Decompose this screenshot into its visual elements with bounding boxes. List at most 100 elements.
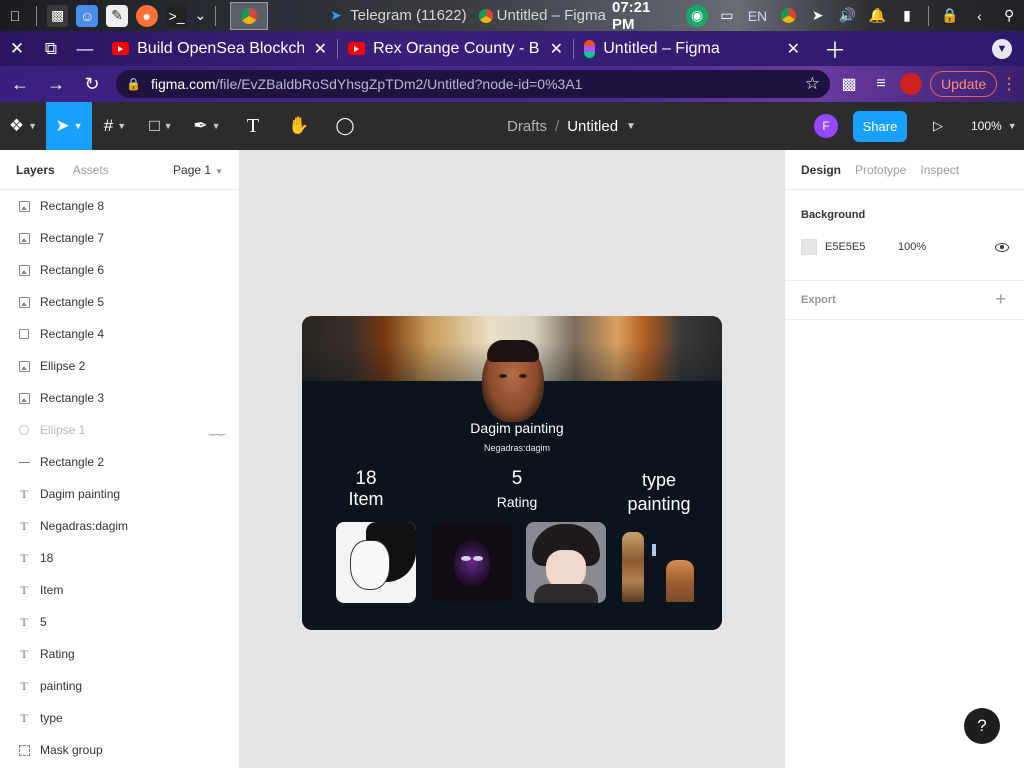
frame-tool-icon[interactable]: # ▼ bbox=[92, 102, 138, 150]
close-icon[interactable]: ✕ bbox=[787, 39, 800, 59]
hand-tool-icon[interactable]: ✋ bbox=[276, 102, 322, 150]
clock[interactable]: 07:21 PM bbox=[612, 0, 676, 33]
layer-item[interactable]: T Item bbox=[0, 574, 239, 606]
gallery-thumbnail[interactable] bbox=[336, 522, 416, 603]
layer-item[interactable]: Tpainting bbox=[0, 670, 239, 702]
gallery-thumbnail[interactable] bbox=[618, 522, 698, 603]
tab-design[interactable]: Design bbox=[801, 163, 841, 177]
new-tab-icon[interactable]: ＋ bbox=[824, 33, 846, 65]
layer-item[interactable]: Rectangle 8 bbox=[0, 190, 239, 222]
telegram-tray-icon[interactable]: ➤ bbox=[807, 5, 829, 27]
lock-icon[interactable]: 🔒 bbox=[126, 77, 141, 91]
profile-avatar-icon[interactable] bbox=[900, 73, 922, 95]
layer-item[interactable]: T5 bbox=[0, 606, 239, 638]
keyboard-language[interactable]: EN bbox=[748, 8, 767, 24]
background-opacity-input[interactable]: 100% bbox=[898, 241, 958, 253]
text-tool-icon[interactable]: T bbox=[230, 102, 276, 150]
chevron-down-icon[interactable]: ▼ bbox=[626, 121, 636, 132]
layer-item[interactable]: T Rating bbox=[0, 638, 239, 670]
layer-item[interactable]: Rectangle 4 bbox=[0, 318, 239, 350]
eye-icon[interactable] bbox=[995, 242, 1009, 252]
chrome-tray-icon[interactable] bbox=[777, 5, 799, 27]
type-label[interactable]: type bbox=[622, 468, 696, 492]
pen-tool-icon[interactable]: ✒ ▼ bbox=[184, 102, 230, 150]
apple-menu-icon[interactable]:  bbox=[4, 5, 26, 27]
items-count[interactable]: 18 bbox=[346, 468, 386, 489]
rectangle-tool-icon[interactable]: □ ▼ bbox=[138, 102, 184, 150]
avatar-image[interactable] bbox=[482, 340, 544, 422]
layer-item[interactable]: Rectangle 7 bbox=[0, 222, 239, 254]
card-subtitle[interactable]: Negadras:dagim bbox=[302, 443, 722, 453]
layer-item[interactable]: Rectangle 6 bbox=[0, 254, 239, 286]
gallery-thumbnail[interactable] bbox=[432, 522, 512, 603]
reading-list-icon[interactable]: ≡ bbox=[868, 71, 894, 97]
close-window-icon[interactable]: ✕ bbox=[0, 31, 34, 66]
iterm-app-icon[interactable]: >_ bbox=[165, 4, 188, 27]
tab-layers[interactable]: Layers bbox=[16, 163, 55, 177]
layer-item[interactable]: T Dagim painting bbox=[0, 478, 239, 510]
address-bar[interactable]: 🔒 figma.com /file/EvZBaldbRoSdYhsgZpTDm2… bbox=[116, 70, 830, 98]
background-hex-input[interactable]: E5E5E5 bbox=[825, 241, 898, 253]
share-button[interactable]: Share bbox=[853, 111, 907, 142]
color-swatch[interactable] bbox=[801, 239, 817, 255]
tab-rex-orange-county[interactable]: Rex Orange County - Best ✕ bbox=[338, 31, 573, 66]
design-canvas[interactable]: Dagim painting Negadras:dagim 18 Item 5 … bbox=[241, 150, 783, 768]
gallery-thumbnail[interactable] bbox=[526, 522, 606, 603]
volume-icon[interactable]: 🔊 bbox=[837, 5, 859, 27]
zoom-dropdown[interactable]: 100% ▼ bbox=[971, 114, 1017, 138]
layer-item[interactable]: Rectangle 3 bbox=[0, 382, 239, 414]
browser-menu-icon[interactable]: ⋮ bbox=[1001, 74, 1017, 94]
back-icon[interactable]: ← bbox=[4, 68, 36, 100]
layer-item[interactable]: Ttype bbox=[0, 702, 239, 734]
items-label[interactable]: Item bbox=[346, 489, 386, 510]
file-name[interactable]: Untitled bbox=[567, 118, 618, 135]
layer-item[interactable]: Rectangle 5 bbox=[0, 286, 239, 318]
telegram-window-title[interactable]: ➤ Telegram (11622) bbox=[322, 5, 466, 27]
tab-prototype[interactable]: Prototype bbox=[855, 163, 906, 177]
user-avatar[interactable]: F bbox=[814, 114, 838, 138]
forward-icon[interactable]: → bbox=[40, 68, 72, 100]
lock-icon[interactable]: 🔒 bbox=[939, 5, 961, 27]
close-icon[interactable]: ✕ bbox=[314, 39, 327, 59]
battery-icon[interactable]: ▮ bbox=[896, 5, 918, 27]
chrome-window-title[interactable]: Untitled – Figma ... bbox=[475, 5, 606, 27]
bookmark-star-icon[interactable]: ☆ bbox=[805, 74, 820, 94]
notes-app-icon[interactable]: ✎ bbox=[106, 4, 128, 27]
vpn-icon[interactable]: ◉ bbox=[686, 4, 708, 27]
layer-item[interactable]: T 18 bbox=[0, 542, 239, 574]
notification-bell-icon[interactable]: 🔔 bbox=[866, 5, 888, 27]
present-play-icon[interactable]: ▷ bbox=[928, 114, 948, 138]
layer-item[interactable]: Rectangle 2 bbox=[0, 446, 239, 478]
update-button[interactable]: Update bbox=[930, 71, 998, 97]
rating-value[interactable]: 5 bbox=[492, 468, 542, 489]
close-icon[interactable]: ✕ bbox=[550, 39, 563, 59]
comment-tool-icon[interactable]: ◯ bbox=[322, 102, 368, 150]
layer-item[interactable]: Ellipse 2 bbox=[0, 350, 239, 382]
type-value[interactable]: painting bbox=[622, 492, 696, 516]
move-tool-icon[interactable]: ➤ ▼ bbox=[46, 102, 92, 150]
breadcrumb-drafts[interactable]: Drafts bbox=[507, 118, 547, 135]
add-export-plus-icon[interactable]: + bbox=[995, 289, 1006, 310]
figma-main-menu-icon[interactable]: ❖ ▼ bbox=[0, 102, 46, 150]
terminal-app-icon[interactable]: ▩ bbox=[46, 4, 69, 27]
screen-icon[interactable]: ▭ bbox=[716, 5, 738, 27]
extensions-puzzle-icon[interactable]: ▩ bbox=[836, 71, 862, 97]
chevron-down-icon[interactable]: ⌄ bbox=[195, 5, 207, 27]
minimize-window-icon[interactable]: ― bbox=[68, 31, 102, 66]
eye-closed-icon[interactable]: ‿‿ bbox=[209, 425, 225, 436]
tab-figma[interactable]: Untitled – Figma ✕ bbox=[574, 31, 810, 66]
restore-window-icon[interactable]: ⧉ bbox=[34, 31, 68, 66]
layer-item-hidden[interactable]: Ellipse 1 ‿‿ bbox=[0, 414, 239, 446]
layer-item[interactable]: Mask group bbox=[0, 734, 239, 766]
firefox-app-icon[interactable]: ● bbox=[135, 4, 158, 27]
tab-inspect[interactable]: Inspect bbox=[920, 163, 959, 177]
page-selector[interactable]: Page 1 ▼ bbox=[173, 163, 223, 177]
profile-card-frame[interactable]: Dagim painting Negadras:dagim 18 Item 5 … bbox=[302, 316, 722, 630]
finder-app-icon[interactable]: ☺ bbox=[76, 4, 99, 27]
layer-item[interactable]: T Negadras:dagim bbox=[0, 510, 239, 542]
help-button[interactable]: ? bbox=[964, 708, 1000, 744]
rating-label[interactable]: Rating bbox=[492, 492, 542, 513]
tab-assets[interactable]: Assets bbox=[73, 163, 109, 177]
tab-search-icon[interactable]: ▼ bbox=[992, 39, 1012, 59]
chrome-active-app-icon[interactable] bbox=[230, 1, 268, 30]
